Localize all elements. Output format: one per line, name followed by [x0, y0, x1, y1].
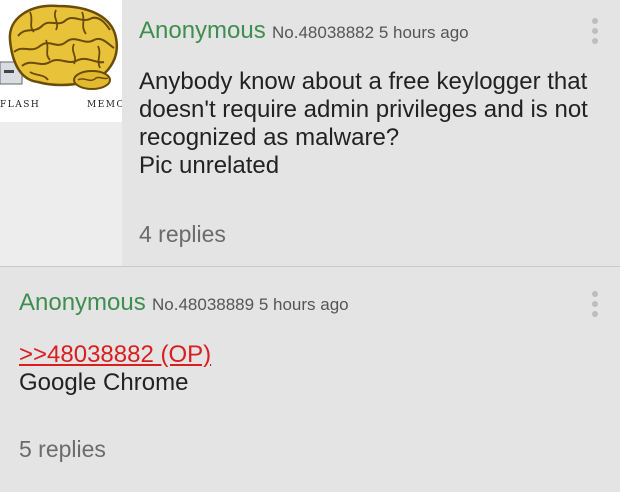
kebab-menu-icon[interactable]: [585, 291, 605, 321]
comment-line: Google Chrome: [19, 369, 189, 396]
post-thumbnail[interactable]: FLASH MEMORY: [0, 0, 122, 266]
post-time: 5 hours ago: [258, 295, 349, 314]
post-comment: Anybody know about a free keylogger that…: [139, 68, 609, 180]
comment-line: doesn't require admin privileges and is …: [139, 96, 588, 123]
brain-flash-memory-image[interactable]: FLASH MEMORY: [0, 0, 122, 122]
replies-count[interactable]: 5 replies: [19, 438, 106, 461]
op-quote-link[interactable]: >>48038882 (OP): [19, 341, 211, 368]
post-time: 5 hours ago: [378, 23, 469, 42]
comment-line: recognized as malware?: [139, 124, 400, 151]
post-number[interactable]: No.48038882: [272, 23, 374, 42]
post-number[interactable]: No.48038889: [152, 295, 254, 314]
post-meta: No.48038889 5 hours ago: [152, 296, 349, 313]
comment-line: Pic unrelated: [139, 152, 280, 179]
kebab-menu-icon[interactable]: [585, 18, 605, 48]
post-comment: >>48038882 (OP) Google Chrome: [19, 341, 599, 397]
image-caption: FLASH MEMORY: [0, 100, 122, 114]
poster-name: Anonymous: [19, 289, 146, 316]
image-caption-left: FLASH: [0, 100, 41, 110]
comment-line: Anybody know about a free keylogger that: [139, 68, 588, 95]
image-caption-right: MEMORY: [87, 100, 122, 110]
poster-name: Anonymous: [139, 17, 266, 44]
post-meta: No.48038882 5 hours ago: [272, 24, 469, 41]
replies-count[interactable]: 4 replies: [139, 223, 226, 246]
post-48038889: Anonymous No.48038889 5 hours ago >>4803…: [0, 267, 620, 492]
post-48038882: FLASH MEMORY Anonymous No.48038882 5 hou…: [0, 0, 620, 266]
